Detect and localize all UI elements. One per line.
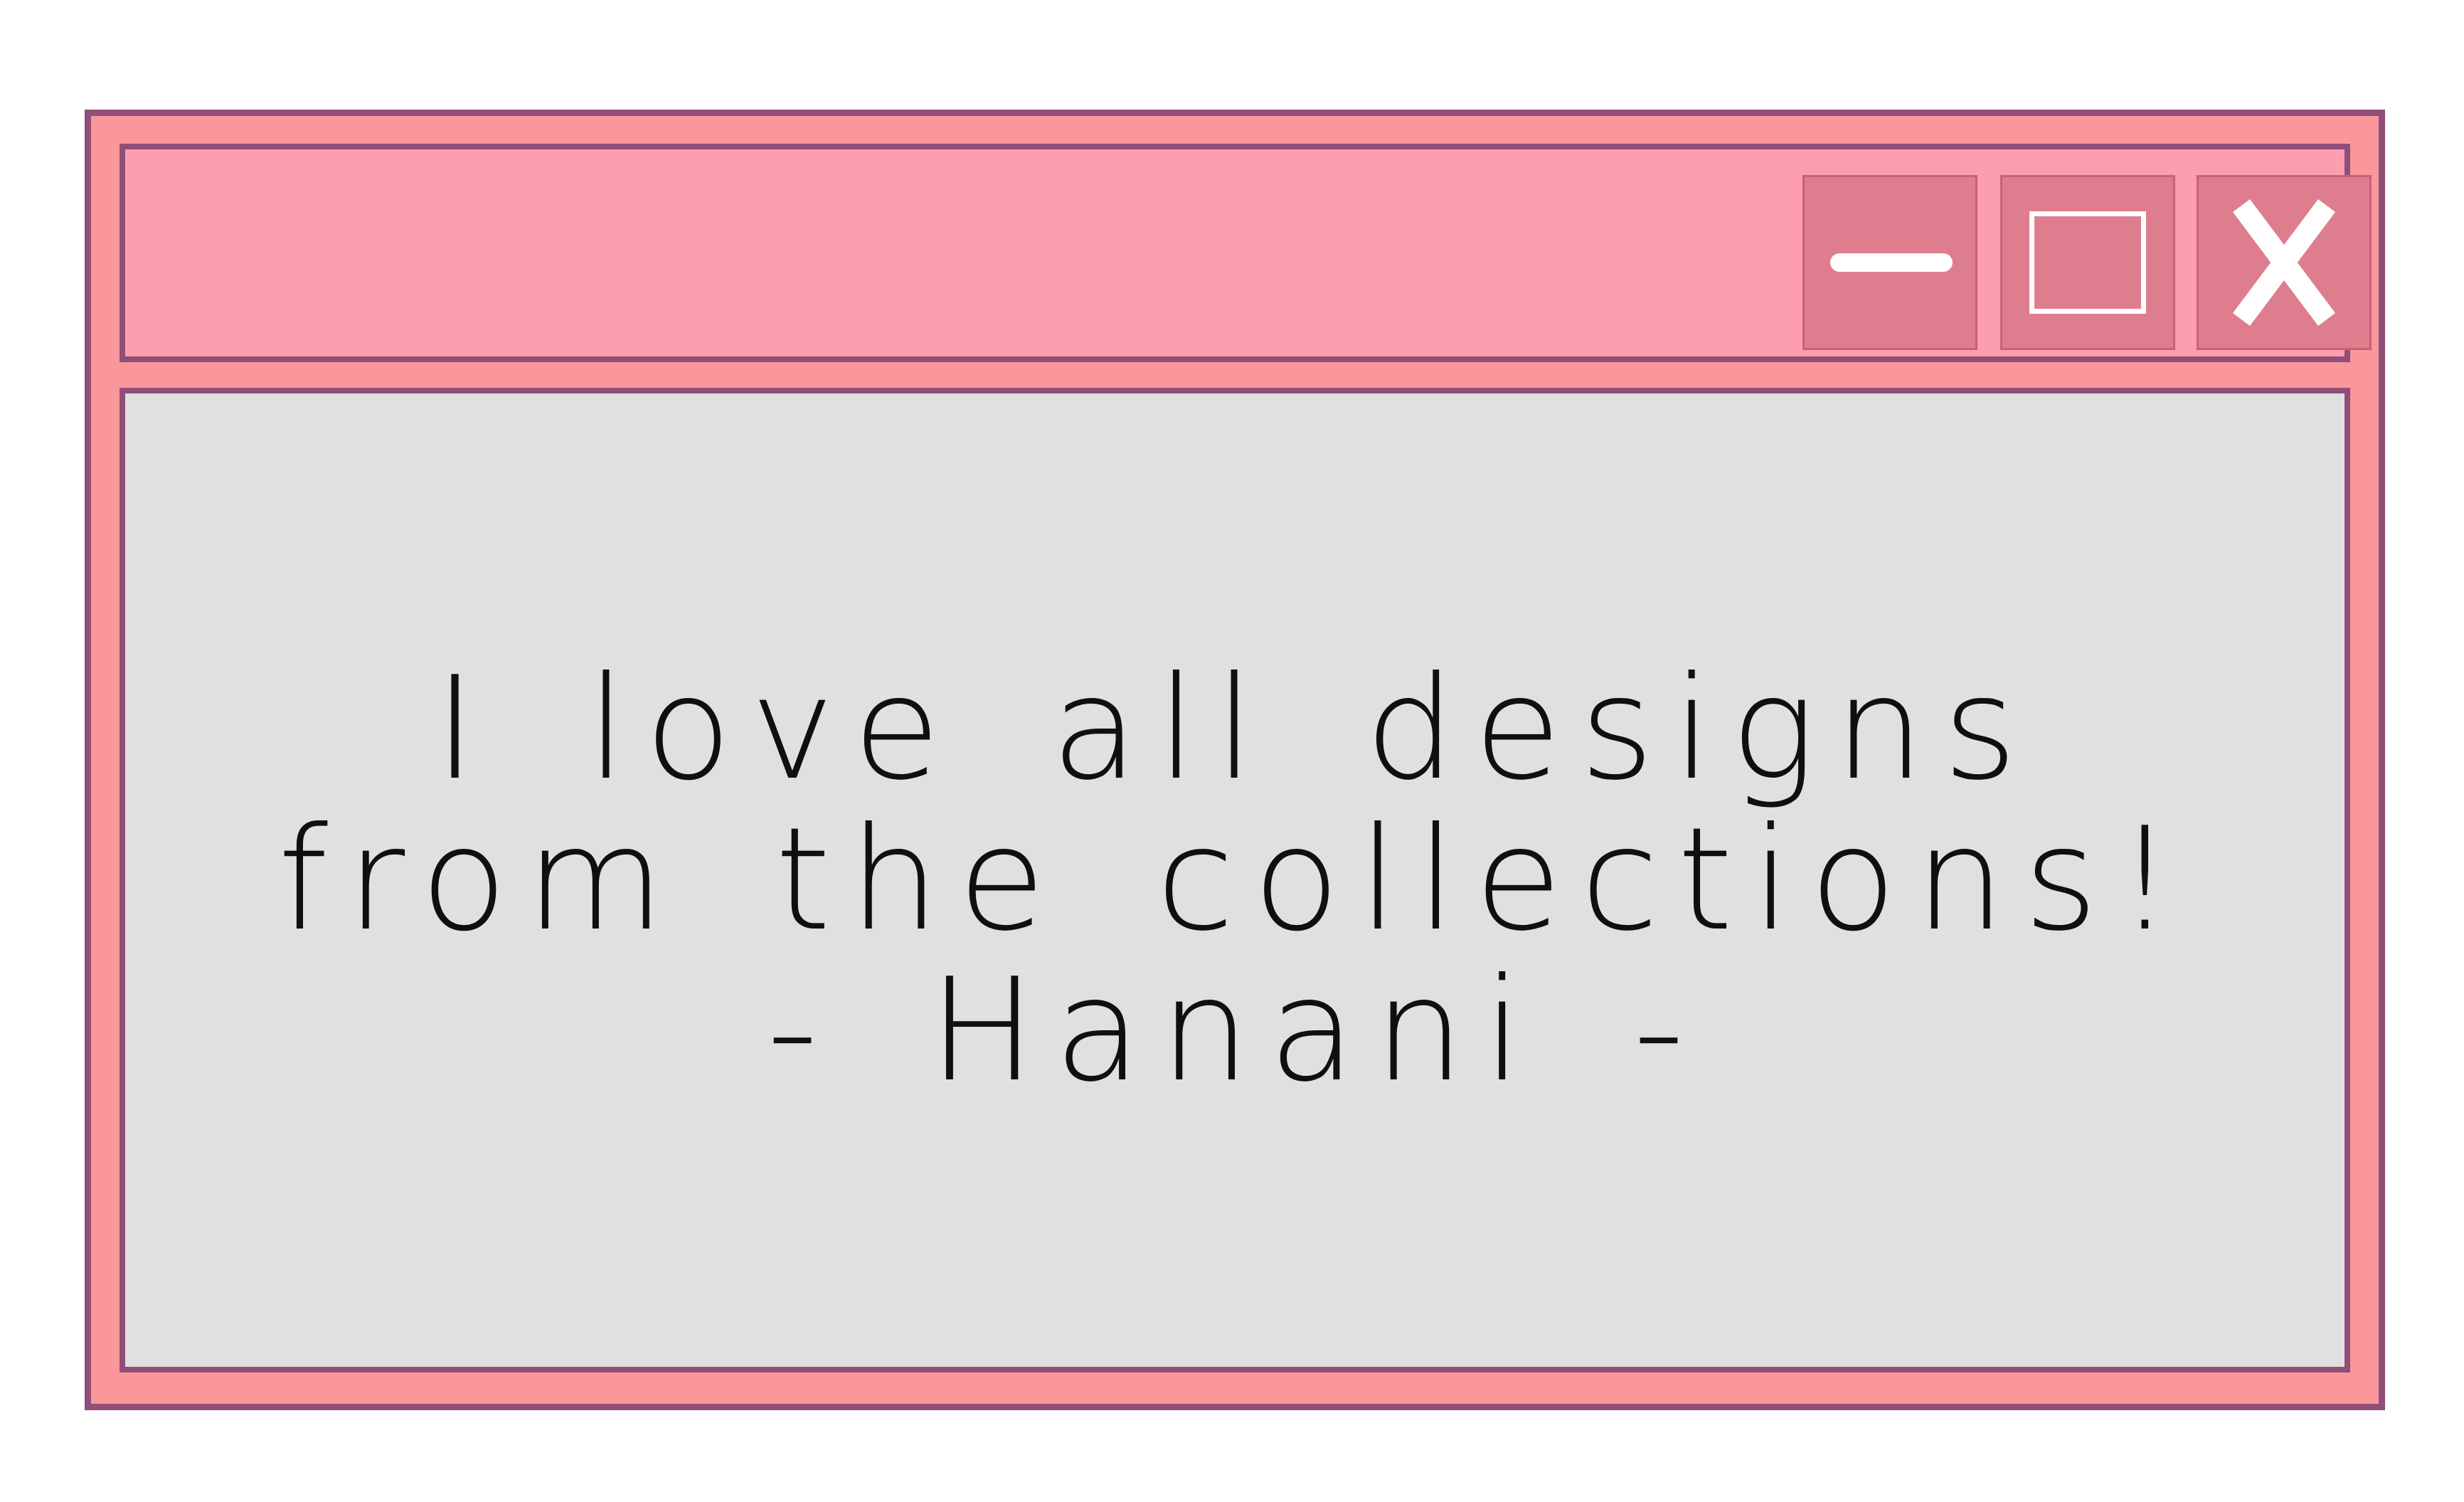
close-button[interactable] [2197,175,2372,350]
message-line-2: from the collections! [277,797,2192,963]
maximize-button[interactable] [2000,175,2175,350]
message-window: I love all designs from the collections!… [85,110,2385,1410]
maximize-icon [2029,211,2146,314]
message-text: I love all designs from the collections!… [125,393,2344,1367]
title-bar[interactable] [120,144,2372,362]
minimize-button[interactable] [1802,175,1977,350]
minimize-icon [1830,253,1953,272]
close-icon [2233,199,2335,326]
content-area: I love all designs from the collections!… [120,388,2350,1373]
message-line-1: I love all designs [434,646,2036,812]
message-signature: - Hanani - [766,948,1704,1114]
